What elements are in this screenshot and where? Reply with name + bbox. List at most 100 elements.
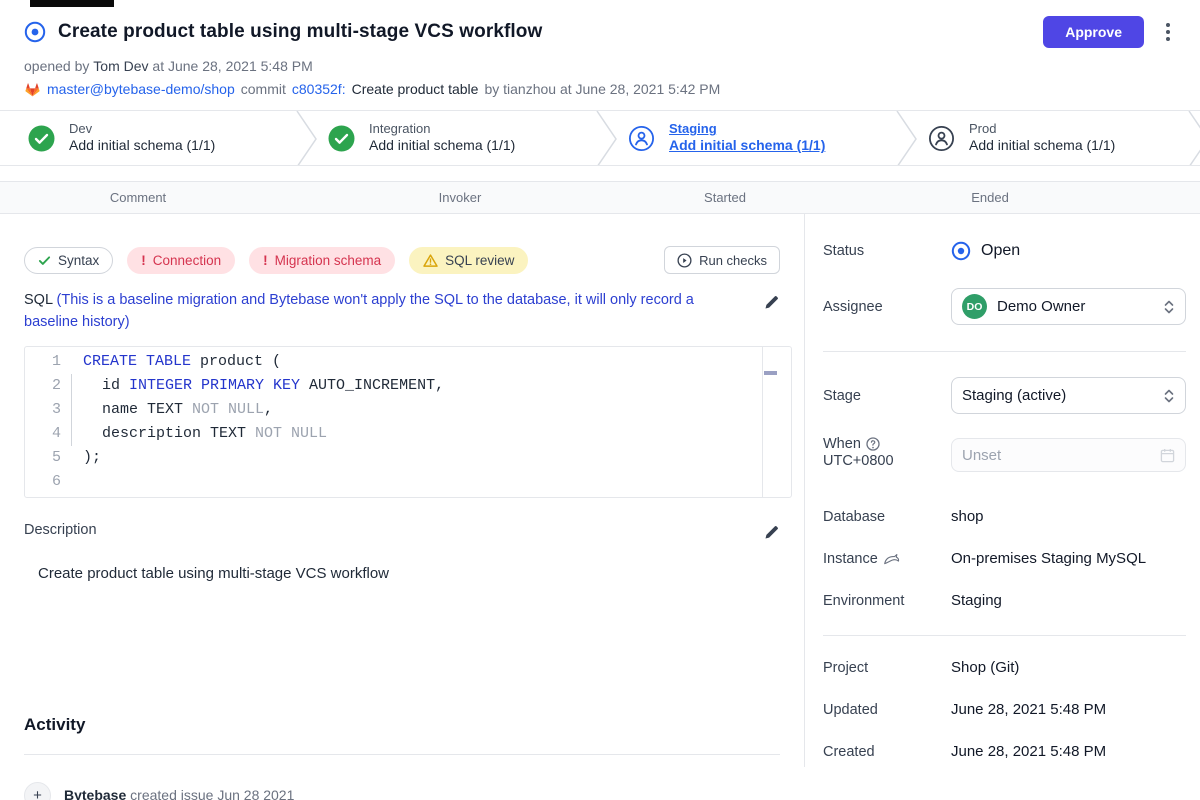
description-text[interactable]: Create product table using multi-stage V… (24, 565, 780, 582)
column-invoker: Invoker (439, 190, 482, 205)
stage-task: Add initial schema (1/1) (669, 137, 825, 155)
sql-baseline-note: (This is a baseline migration and Byteba… (24, 292, 694, 330)
stage-assignee-icon (628, 125, 655, 152)
stage-name: Staging (669, 121, 825, 137)
help-icon[interactable] (866, 437, 880, 451)
badge-label: Migration schema (275, 253, 382, 268)
badge-label: Connection (153, 253, 221, 268)
status-label: Status (823, 243, 951, 259)
stage-pending-icon (928, 125, 955, 152)
database-value: shop (951, 508, 984, 525)
description-label: Description (24, 522, 97, 538)
environment-row: Environment Staging (823, 592, 1186, 609)
more-options-icon[interactable] (1160, 19, 1176, 45)
assignee-row: Assignee DO Demo Owner (823, 288, 1186, 325)
issue-author: Tom Dev (93, 58, 148, 74)
stage-value: Staging (active) (962, 387, 1153, 404)
stage-pipeline: Dev Add initial schema (1/1) Integration… (0, 110, 1200, 166)
instance-value: On-premises Staging MySQL (951, 550, 1146, 567)
stage-label: Stage (823, 388, 951, 404)
check-badge-migration-schema[interactable]: ! Migration schema (249, 247, 395, 274)
status-value: Open (981, 242, 1020, 260)
commit-hash-link[interactable]: c80352f: (292, 81, 346, 97)
code-line: 6 (25, 470, 791, 494)
stage-select-row: Stage Staging (active) (823, 377, 1186, 414)
stage-dev[interactable]: Dev Add initial schema (1/1) (0, 111, 300, 165)
activity-item: + Bytebase created issue Jun 28 2021 (24, 782, 780, 800)
when-label: When (823, 436, 861, 452)
stage-name: Prod (969, 121, 1115, 137)
stage-staging-active[interactable]: Staging Add initial schema (1/1) (600, 111, 900, 165)
assignee-label: Assignee (823, 299, 951, 315)
edit-description-icon[interactable] (764, 524, 780, 540)
sql-label: SQL (24, 292, 52, 308)
activity-heading: Activity (24, 715, 780, 735)
task-detail-panel: Syntax ! Connection ! Migration schema S… (0, 214, 805, 767)
assignee-avatar: DO (962, 294, 987, 319)
project-value: Shop (Git) (951, 659, 1019, 676)
stage-name: Integration (369, 121, 515, 137)
when-date-input[interactable]: Unset (951, 438, 1186, 472)
database-row: Database shop (823, 508, 1186, 525)
sidebar-divider (823, 351, 1186, 352)
title-actions: Approve (1043, 16, 1176, 48)
check-badges-row: Syntax ! Connection ! Migration schema S… (24, 246, 780, 274)
activity-divider (24, 754, 780, 755)
stage-task: Add initial schema (1/1) (69, 137, 215, 155)
environment-value: Staging (951, 592, 1002, 609)
opened-by-prefix: opened by (24, 58, 89, 74)
error-icon: ! (141, 253, 146, 268)
created-value: June 28, 2021 5:48 PM (951, 743, 1106, 760)
code-line: 4 description TEXT NOT NULL (25, 422, 791, 446)
when-row: When UTC+0800 Unset (823, 436, 1186, 472)
created-row: Created June 28, 2021 5:48 PM (823, 743, 1186, 760)
code-scrollbar-thumb[interactable] (764, 371, 777, 375)
badge-label: Syntax (58, 253, 99, 268)
stage-integration[interactable]: Integration Add initial schema (1/1) (300, 111, 600, 165)
code-scrollbar[interactable] (762, 347, 777, 497)
vcs-branch-link[interactable]: master@bytebase-demo/shop (47, 81, 235, 97)
badge-label: SQL review (445, 253, 514, 268)
database-label: Database (823, 509, 951, 525)
project-label: Project (823, 660, 951, 676)
chevron-updown-icon (1163, 299, 1175, 315)
error-icon: ! (263, 253, 268, 268)
sql-editor[interactable]: 1 CREATE TABLE product ( 2 id INTEGER PR… (24, 346, 792, 498)
commit-meta: by tianzhou at June 28, 2021 5:42 PM (484, 81, 720, 97)
stage-done-icon (28, 125, 55, 152)
sql-section-header: SQL (This is a baseline migration and By… (24, 290, 780, 334)
updated-value: June 28, 2021 5:48 PM (951, 701, 1106, 718)
check-badge-syntax[interactable]: Syntax (24, 247, 113, 274)
updated-row: Updated June 28, 2021 5:48 PM (823, 701, 1186, 718)
stage-task: Add initial schema (1/1) (969, 137, 1115, 155)
stage-prod[interactable]: Prod Add initial schema (1/1) (900, 111, 1200, 165)
title-row: Create product table using multi-stage V… (24, 16, 1176, 48)
warning-icon (423, 254, 438, 267)
vcs-commit-line: master@bytebase-demo/shop commit c80352f… (24, 81, 1176, 110)
check-badge-sql-review[interactable]: SQL review (409, 247, 528, 274)
column-comment: Comment (110, 190, 166, 205)
status-row: Status Open (823, 241, 1186, 261)
issue-sidebar: Status Open Assignee DO Demo Owner (805, 214, 1200, 767)
code-line: 5 ); (25, 446, 791, 470)
browser-artifact-bar (30, 0, 114, 7)
description-header: Description (24, 520, 780, 540)
when-placeholder: Unset (962, 447, 1160, 464)
instance-row: Instance On-premises Staging MySQL (823, 550, 1186, 567)
issue-open-icon (24, 21, 46, 43)
status-open-icon (951, 241, 971, 261)
check-badge-connection[interactable]: ! Connection (127, 247, 235, 274)
column-started: Started (704, 190, 746, 205)
assignee-value: Demo Owner (997, 298, 1153, 315)
run-checks-button[interactable]: Run checks (664, 246, 780, 274)
bytebase-issue-page: Create product table using multi-stage V… (0, 0, 1200, 800)
edit-sql-icon[interactable] (764, 294, 780, 334)
code-line: 2 id INTEGER PRIMARY KEY AUTO_INCREMENT, (25, 374, 791, 398)
gitlab-icon (24, 81, 41, 97)
task-table-header: Comment Invoker Started Ended (0, 181, 1200, 214)
assignee-select[interactable]: DO Demo Owner (951, 288, 1186, 325)
approve-button[interactable]: Approve (1043, 16, 1144, 48)
stage-select[interactable]: Staging (active) (951, 377, 1186, 414)
when-timezone: UTC+0800 (823, 453, 894, 469)
commit-word: commit (241, 81, 286, 97)
